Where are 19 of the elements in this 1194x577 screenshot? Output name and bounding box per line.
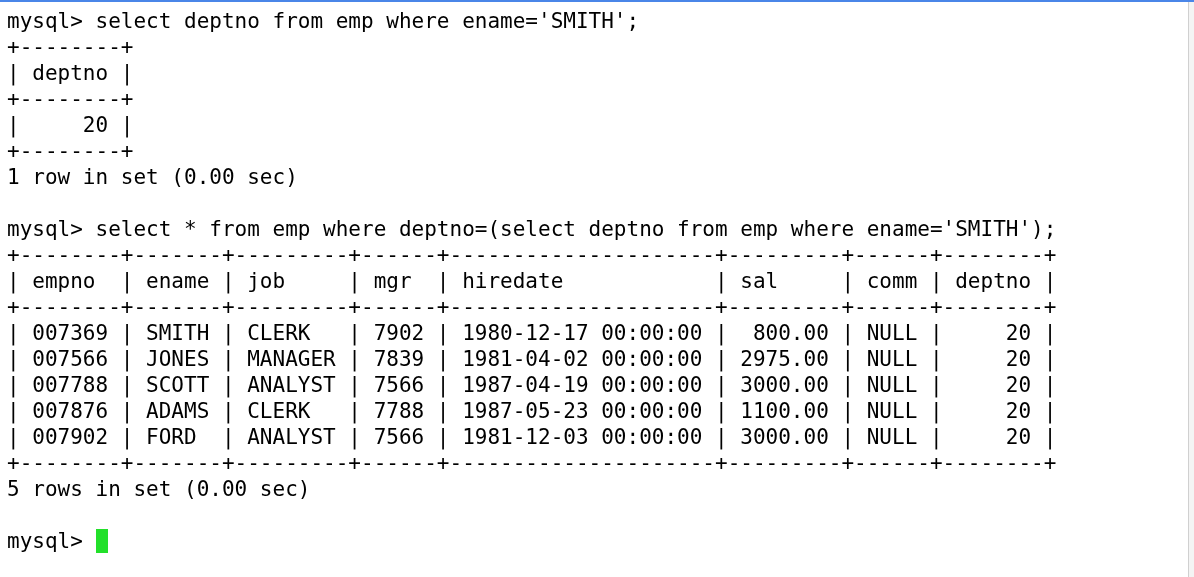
terminal-line: 1 row in set (0.00 sec)	[7, 164, 298, 190]
terminal-line: mysql> select deptno from emp where ename='SMITH';	[7, 8, 640, 34]
terminal-line: | deptno |	[7, 60, 134, 86]
terminal-line: +--------+	[7, 86, 134, 112]
terminal-line: mysql> select * from emp where deptno=(select deptno from emp where ename='SMITH');	[7, 216, 1057, 242]
terminal-line: +--------+	[7, 34, 134, 60]
prompt: mysql>	[7, 528, 83, 554]
terminal-line: 5 rows in set (0.00 sec)	[7, 476, 311, 502]
terminal-line: +--------+-------+---------+------+---------------------+---------+------+--------+	[7, 450, 1057, 476]
terminal-line: | 20 |	[7, 112, 134, 138]
terminal-line: | 007902 | FORD | ANALYST | 7566 | 1981-12-03 00:00:00 | 3000.00 | NULL | 20 |	[7, 424, 1057, 450]
terminal-line: | 007566 | JONES | MANAGER | 7839 | 1981-04-02 00:00:00 | 2975.00 | NULL | 20 |	[7, 346, 1057, 372]
terminal-line: | 007788 | SCOTT | ANALYST | 7566 | 1987-04-19 00:00:00 | 3000.00 | NULL | 20 |	[7, 372, 1057, 398]
terminal-line: +--------+-------+---------+------+---------------------+---------+------+--------+	[7, 294, 1057, 320]
terminal-line: | 007369 | SMITH | CLERK | 7902 | 1980-12-17 00:00:00 | 800.00 | NULL | 20 |	[7, 320, 1057, 346]
terminal-line: +--------+	[7, 138, 134, 164]
terminal-line: +--------+-------+---------+------+---------------------+---------+------+--------+	[7, 242, 1057, 268]
terminal-line: | 007876 | ADAMS | CLERK | 7788 | 1987-05-23 00:00:00 | 1100.00 | NULL | 20 |	[7, 398, 1057, 424]
terminal-line: | empno | ename | job | mgr | hiredate | sal | comm | deptno |	[7, 268, 1057, 294]
